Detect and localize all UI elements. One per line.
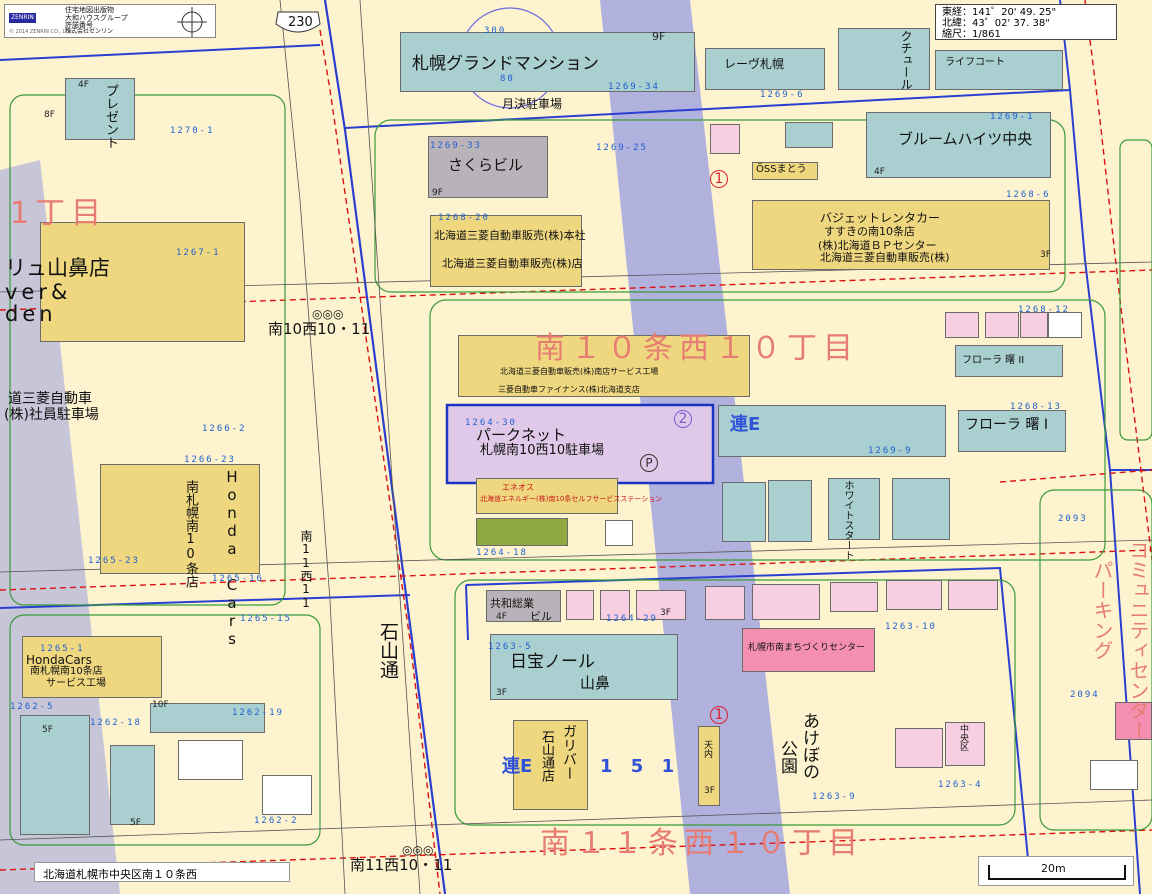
honda-cars-label: Honda Cars [223,468,241,648]
zone-z1-label: 連E [730,414,761,435]
mitsubishi-hq-building[interactable] [430,215,582,287]
cross-glyph-s11: ◎◎◎ [402,843,434,857]
intersection-s11-label: 南11西10・11 [350,856,453,874]
green-lot [476,518,568,546]
mitsu-staff-label: 道三菱自動車 [8,391,92,407]
parknet-label: パークネット [476,426,567,444]
eneos-label: エネオス [502,483,534,492]
nippo-label: 日宝ノール [510,652,595,672]
scale-bar: 20m [978,856,1134,886]
lizard-label: リュ山鼻店 [5,256,110,280]
coordinates-panel: 東経：141゜20' 49. 25" 北緯：43゜02' 37. 38" 縮尺：… [935,4,1117,40]
present-label: プレゼント [103,84,118,149]
reve-label: レーヴ札幌 [724,57,785,71]
lat-value: 43゜02' 37. 38" [972,18,1050,29]
zenrin-logo: ZENRIN [9,13,36,23]
small-bldg-b[interactable] [785,122,833,148]
budget4-label: 北海道三菱自動車販売(株) [820,251,950,264]
present-building[interactable] [65,78,135,140]
kalipa-label: ガリバー [561,724,577,780]
compass-icon [177,7,207,37]
lon-label: 東経： [942,7,972,18]
akebono2-label: 公園 [777,740,797,774]
choume-s11-label: 南１１条西１０丁目 [540,826,864,861]
flora2-label: フローラ 曙 II [962,355,1025,366]
honda-service-label: HondaCars [26,653,92,667]
small-bldg-a[interactable] [710,124,740,154]
seal-label: ÕSSまとう [756,164,807,175]
life-court-building[interactable] [935,50,1063,90]
zenrin-map-view[interactable]: 札幌グランドマンション 月決駐車場 レーヴ札幌 クチュール ライフコート プレゼ… [0,0,1152,894]
cross-glyph-s10: ◎◎◎ [312,307,344,321]
white-start-label: ホワイトスタート [842,480,853,560]
flora1-label: フローラ 曙 I [965,417,1049,433]
bloom-label: ブルームハイツ中央 [898,130,1033,148]
honda-service2-label: 南札幌南10条店 [30,666,103,677]
parking-icon[interactable]: P [640,454,658,472]
route-number: 230 [288,15,313,30]
mitsubishi2-label: 北海道三菱自動車販売(株)店 [442,257,583,270]
community-label: コミュニティセンター [1126,540,1150,740]
mitsu-staff2-label: (株)社員駐車場 [4,407,99,423]
intersection-s10-label: 南10西10・11 [268,320,371,338]
mitsubishi-service-label: 北海道三菱自動車販売(株)南店サービス工場 [500,367,659,376]
honda-cars2-label: 南札幌南10条店 [183,480,198,588]
honda-service3-label: サービス工場 [46,678,106,689]
parking-label: パーキング [1090,560,1114,660]
address-box: 北海道札幌市中央区南１０条西 [34,862,290,882]
white-shed [605,520,633,546]
life-court-label: ライフコート [945,57,1005,68]
chuo-ku-label: 中央区 [958,724,968,751]
couture-label: クチュール [899,30,913,90]
marker-2-icon[interactable]: 2 [674,410,692,428]
mitsubishi-hq-label: 北海道三菱自動車販売(株)本社 [434,229,586,242]
ishiyama-road-label: 石山通 [377,622,399,679]
monthly-parking-label: 月決駐車場 [502,97,563,111]
white-start-building[interactable] [828,478,880,540]
marker-1-icon[interactable]: 1 [710,170,728,188]
scale-value: 1/861 [972,29,1001,40]
kalipa2-label: 石山通店 [539,730,554,782]
kyowa2-label: ビル [530,610,552,623]
machi-label: 札幌市南まちづくりセンター [748,643,866,653]
scale-label: 縮尺： [942,29,972,40]
zone-number-label: 1 5 1 [600,756,681,777]
budget-label: バジェットレンタカー [820,211,941,225]
mitsubishi-finance-label: 三菱自動車ファイナンス(株)北海道支店 [498,385,640,394]
lon-value: 141゜20' 49. 25" [972,7,1057,18]
lat-label: 北緯： [942,18,972,29]
side-road-label: 南11西11 [299,530,313,610]
akebono-label: あけぼの [799,712,819,780]
scale-bar-label: 20m [1041,862,1066,875]
tonai-label: 天内 [702,740,712,758]
eneos2-label: 北海道エネルギー(株)南10条セルフサービスステーション [480,495,663,503]
kyowa-label: 共和総業 [490,597,534,610]
grand-mansion-label: 札幌グランドマンション [412,54,599,74]
nippo2-label: 山鼻 [580,674,611,692]
zenrin-logo-panel: ZENRIN 住宅地図出版物 大和ハウスグループ 許諾番号 株式会社ゼンリン ©… [4,4,216,38]
choume-s10-label: 南１０条西１０丁目 [535,331,859,366]
den-label: den [5,302,57,326]
sakura-label: さくらビル [448,156,524,174]
budget3-label: (株)北海道ＢＰセンター [818,239,937,252]
choume-left-label: 1丁目 [10,196,108,231]
marker-1b-icon[interactable]: 1 [710,706,728,724]
ver-label: ver& [5,280,72,304]
budget2-label: すすきの南10条店 [824,225,915,238]
zone-z3-label: 連E [502,756,533,777]
couture-building[interactable] [838,28,930,90]
parknet2-label: 札幌南10西10駐車場 [480,443,605,458]
